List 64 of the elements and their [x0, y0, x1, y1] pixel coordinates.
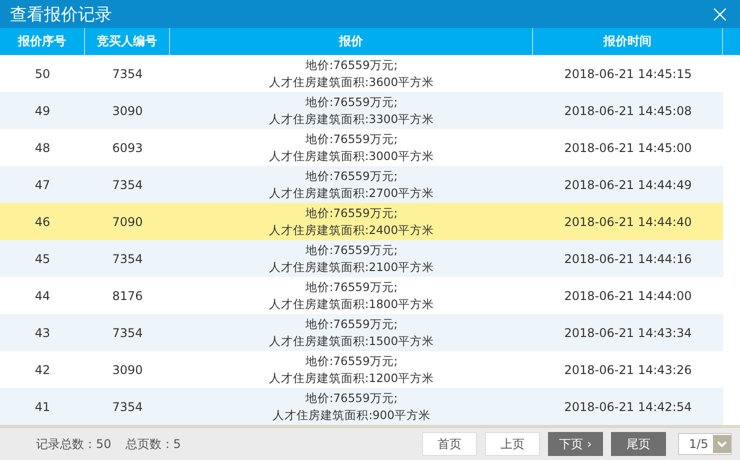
area-text: 人才住房建筑面积:2100平方米 [268, 258, 434, 276]
table-cell-text: 7354 [111, 250, 144, 268]
price-text: 地价:76559万元; [305, 204, 398, 222]
page-count: 总页数：5 [125, 436, 181, 452]
price-text: 地价:76559万元; [305, 130, 398, 148]
area-text: 人才住房建筑面积:2400平方米 [268, 222, 434, 238]
price-text: 地价:76559万元; [305, 390, 398, 406]
table-row[interactable]: 46 7090 地价:76559万元; 人才住房建筑面积:2400平方米 2018-06-21 14:44:40 [0, 203, 740, 240]
close-button[interactable]: × [710, 2, 730, 26]
area-text: 人才住房建筑面积:3000平方米 [268, 148, 434, 164]
price-text: 地价:76559万元; [305, 94, 398, 110]
area-text: 人才住房建筑面积:3300平方米 [268, 110, 434, 128]
price-text: 地价:76559万元; [305, 278, 398, 296]
table-cell-text: 2018-06-21 14:45:15 [563, 66, 693, 82]
table-cell-text: 42 [34, 362, 52, 378]
area-text: 人才住房建筑面积:1200平方米 [268, 370, 434, 386]
table-cell-text: 7354 [111, 324, 144, 342]
table-row[interactable]: 49 3090 地价:76559万元; 人才住房建筑面积:3300平方米 2018-06-21 14:45:08 [0, 92, 740, 129]
table-cell-text: 2018-06-21 14:42:54 [563, 398, 693, 416]
area-text: 人才住房建筑面积:1800平方米 [268, 296, 434, 312]
page-button[interactable]: 下页 › [548, 432, 603, 456]
table-cell-text: 43 [34, 324, 52, 342]
table-row[interactable]: 43 7354 地价:76559万元; 人才住房建筑面积:1500平方米 2018-06-21 14:43:34 [0, 314, 740, 351]
table-cell-text: 50 [34, 66, 52, 82]
dropdown-icon [713, 435, 731, 453]
area-text: 人才住房建筑面积:900平方米 [272, 406, 430, 424]
table-cell-text: 3090 [111, 362, 144, 378]
table-cell-text: 7354 [111, 398, 144, 416]
table-cell-text: 2018-06-21 14:44:00 [563, 288, 693, 304]
table-cell-text: 45 [34, 250, 52, 268]
table-cell-text: 2018-06-21 14:45:00 [563, 140, 693, 156]
table-cell-text: 2018-06-21 14:43:26 [563, 362, 693, 378]
table-cell-text: 6093 [111, 140, 144, 156]
table-cell-text: 47 [34, 176, 52, 194]
table-cell-text: 8176 [111, 288, 144, 304]
table-cell-text: 49 [34, 102, 52, 120]
table-cell-text: 2018-06-21 14:45:08 [563, 102, 693, 120]
window-title: 查看报价记录 [10, 4, 112, 26]
table-cell-text: 2018-06-21 14:44:16 [563, 250, 693, 268]
table-cell-text: 7354 [111, 176, 144, 194]
price-text: 地价:76559万元; [305, 168, 398, 184]
area-text: 人才住房建筑面积:1500平方米 [268, 332, 434, 350]
table-row[interactable]: 41 7354 地价:76559万元; 人才住房建筑面积:900平方米 2018-06-21 14:42:54 [0, 388, 740, 425]
page-select[interactable]: 1/5 [678, 433, 732, 455]
table-cell-text: 41 [34, 398, 52, 416]
table-cell-text: 2018-06-21 14:44:49 [563, 176, 693, 194]
page-button[interactable]: 尾页 [611, 432, 666, 456]
area-text: 人才住房建筑面积:3600平方米 [268, 74, 434, 90]
price-text: 地价:76559万元; [305, 352, 398, 370]
table-cell-text: 3090 [111, 102, 144, 120]
table-cell-text: 2018-06-21 14:43:34 [563, 324, 693, 342]
area-text: 人才住房建筑面积:2700平方米 [268, 184, 434, 202]
record-count: 记录总数：50 [36, 436, 112, 452]
price-text: 地价:76559万元; [305, 242, 398, 258]
table-cell-text: 46 [34, 214, 52, 230]
table-cell-text: 48 [34, 140, 52, 156]
table-cell-text: 44 [34, 288, 52, 304]
table-cell-text: 7090 [111, 214, 144, 230]
table-row[interactable]: 45 7354 地价:76559万元; 人才住房建筑面积:2100平方米 2018-06-21 14:44:16 [0, 240, 740, 277]
table-row[interactable]: 47 7354 地价:76559万元; 人才住房建筑面积:2700平方米 2018-06-21 14:44:49 [0, 166, 740, 203]
price-text: 地价:76559万元; [305, 316, 398, 332]
table-cell-text: 7354 [111, 66, 144, 82]
table-cell-text: 2018-06-21 14:44:40 [563, 214, 693, 230]
price-text: 地价:76559万元; [305, 56, 398, 74]
